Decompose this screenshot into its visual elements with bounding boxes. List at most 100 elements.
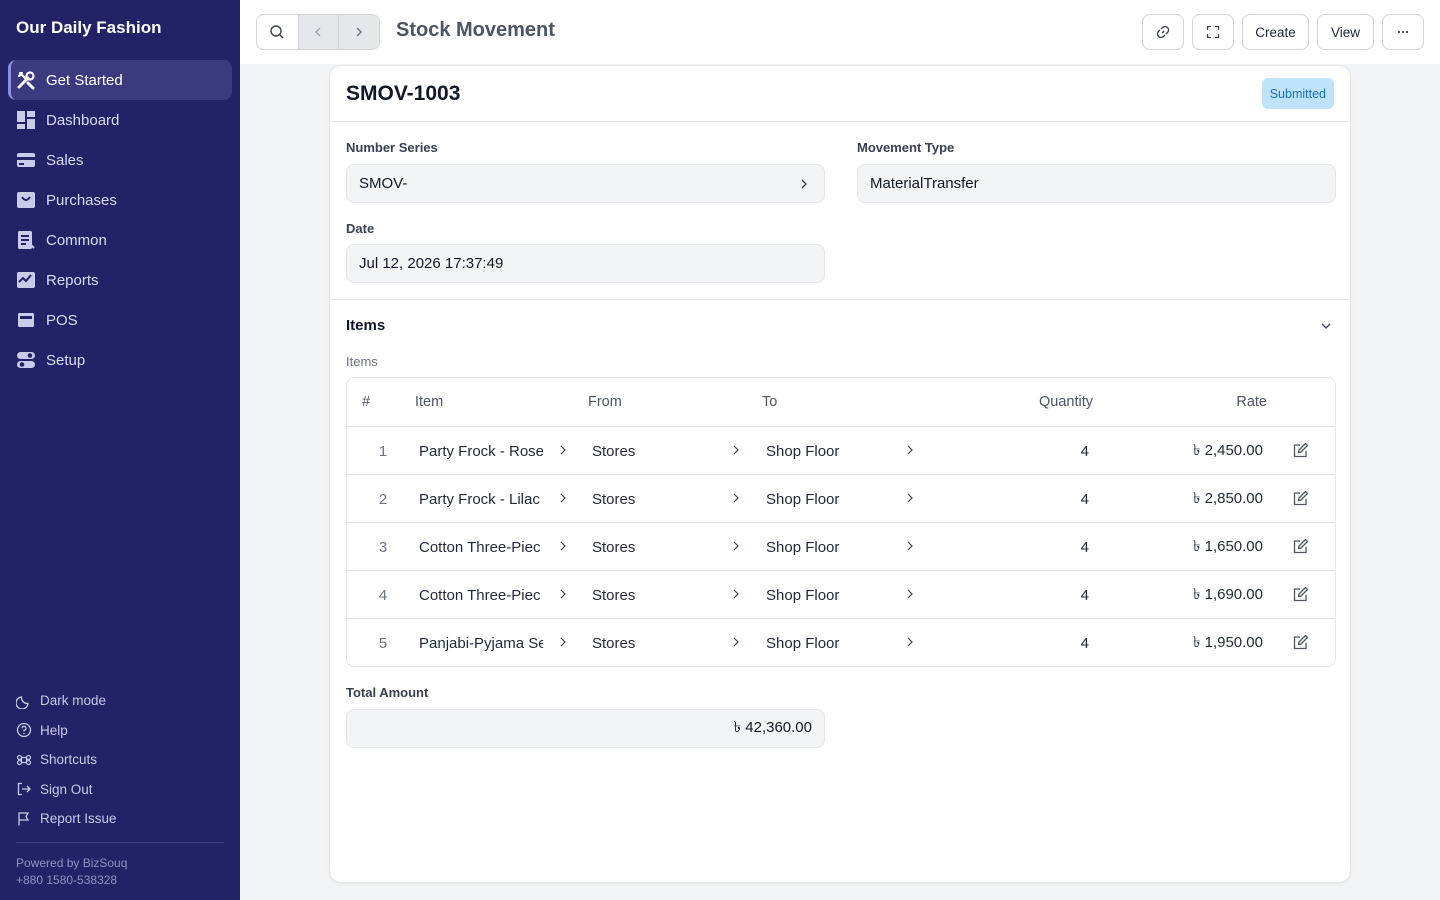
sidebar-item-pos[interactable]: POS [8,300,232,340]
more-options-button[interactable] [1382,14,1424,50]
chevron-right-icon[interactable] [556,443,570,457]
row-rate[interactable]: ৳ 2,850.00 [1117,475,1263,523]
help-link[interactable]: Help [16,716,224,746]
bottom-link-label: Help [40,722,68,738]
chevron-left-icon [310,24,326,40]
dark-mode-button[interactable]: Dark mode [16,686,224,716]
sign-out-link[interactable]: Sign Out [16,775,224,805]
row-from[interactable]: Stores [592,475,712,523]
dashboard-icon [16,110,36,130]
row-rate[interactable]: ৳ 2,450.00 [1117,427,1263,475]
row-to[interactable]: Shop Floor [766,427,886,475]
chevron-right-icon[interactable] [729,635,743,649]
sidebar-item-purchases[interactable]: Purchases [8,180,232,220]
total-amount-value: ৳ 42,360.00 [733,719,812,736]
edit-icon[interactable] [1292,634,1309,651]
row-rate[interactable]: ৳ 1,650.00 [1117,523,1263,571]
sign-out-icon [16,781,32,797]
chevron-right-icon [351,24,367,40]
chevron-right-icon[interactable] [903,443,917,457]
row-from[interactable]: Stores [592,523,712,571]
bottom-link-label: Dark mode [40,693,107,709]
row-rate[interactable]: ৳ 1,690.00 [1117,571,1263,619]
copy-link-button[interactable] [1142,14,1184,50]
sidebar-item-dashboard[interactable]: Dashboard [8,100,232,140]
row-to[interactable]: Shop Floor [766,475,886,523]
view-button[interactable]: View [1317,14,1374,50]
items-table-label: Items [346,354,378,369]
row-item[interactable]: Party Frock - Lilac [419,475,543,523]
row-quantity[interactable]: 4 [947,619,1089,666]
col-header-rate: Rate [1236,394,1267,410]
chevron-right-icon[interactable] [903,491,917,505]
table-row[interactable]: 2 Party Frock - Lilac Stores Shop Floor … [347,475,1335,523]
row-quantity[interactable]: 4 [947,475,1089,523]
row-to[interactable]: Shop Floor [766,619,886,666]
movement-type-field[interactable]: MaterialTransfer [857,164,1336,203]
expand-icon [1205,24,1221,40]
table-row[interactable]: 4 Cotton Three-Piec Stores Shop Floor 4 … [347,571,1335,619]
chevron-right-icon[interactable] [903,539,917,553]
sidebar-item-setup[interactable]: Setup [8,340,232,380]
row-item[interactable]: Party Frock - Rose [419,427,543,475]
chevron-right-icon[interactable] [903,587,917,601]
sidebar-item-sales[interactable]: Sales [8,140,232,180]
sidebar-item-label: Common [46,231,107,249]
chevron-right-icon[interactable] [556,635,570,649]
header-divider [330,121,1350,122]
command-icon [16,752,32,768]
row-to[interactable]: Shop Floor [766,523,886,571]
date-field[interactable]: Jul 12, 2026 17:37:49 [346,244,825,283]
sidebar-item-label: Reports [46,271,99,289]
flag-icon [16,811,32,827]
sidebar-item-common[interactable]: Common [8,220,232,260]
table-row[interactable]: 1 Party Frock - Rose Stores Shop Floor 4… [347,427,1335,475]
chevron-right-icon[interactable] [729,443,743,457]
chevron-right-icon[interactable] [556,491,570,505]
row-to[interactable]: Shop Floor [766,571,886,619]
edit-icon[interactable] [1292,586,1309,603]
chevron-right-icon[interactable] [556,539,570,553]
back-button[interactable] [297,15,339,49]
fullscreen-button[interactable] [1192,14,1234,50]
row-from[interactable]: Stores [592,427,712,475]
chevron-right-icon[interactable] [556,587,570,601]
shortcuts-link[interactable]: Shortcuts [16,745,224,775]
sidebar-item-get-started[interactable]: Get Started [8,60,232,100]
chevron-down-icon[interactable] [1318,318,1334,334]
movement-type-label: Movement Type [857,140,955,155]
edit-icon[interactable] [1292,538,1309,555]
row-from[interactable]: Stores [592,619,712,666]
row-item[interactable]: Panjabi-Pyjama Se [419,619,543,666]
sidebar-item-label: Purchases [46,191,117,209]
edit-icon[interactable] [1292,490,1309,507]
row-from[interactable]: Stores [592,571,712,619]
col-header-quantity: Quantity [1039,394,1093,410]
row-item[interactable]: Cotton Three-Piec [419,571,543,619]
chevron-right-icon[interactable] [729,587,743,601]
forward-button[interactable] [338,15,379,49]
row-quantity[interactable]: 4 [947,427,1089,475]
col-header-to: To [762,394,778,410]
sidebar-item-reports[interactable]: Reports [8,260,232,300]
report-issue-link[interactable]: Report Issue [16,804,224,834]
date-value: Jul 12, 2026 17:37:49 [359,255,504,272]
search-button[interactable] [257,15,298,49]
table-row[interactable]: 3 Cotton Three-Piec Stores Shop Floor 4 … [347,523,1335,571]
row-rate[interactable]: ৳ 1,950.00 [1117,619,1263,666]
document-title: SMOV-1003 [346,82,461,105]
row-quantity[interactable]: 4 [947,571,1089,619]
create-button[interactable]: Create [1242,14,1309,50]
chevron-right-icon[interactable] [903,635,917,649]
number-series-field[interactable]: SMOV- [346,164,825,203]
total-amount-field: ৳ 42,360.00 [346,709,825,748]
table-row[interactable]: 5 Panjabi-Pyjama Se Stores Shop Floor 4 … [347,619,1335,666]
row-item[interactable]: Cotton Three-Piec [419,523,543,571]
chevron-right-icon[interactable] [729,539,743,553]
col-header-index: # [362,394,371,410]
app-name: Our Daily Fashion [16,18,162,37]
edit-icon[interactable] [1292,442,1309,459]
sidebar-item-label: Get Started [46,71,123,89]
chevron-right-icon[interactable] [729,491,743,505]
row-quantity[interactable]: 4 [947,523,1089,571]
